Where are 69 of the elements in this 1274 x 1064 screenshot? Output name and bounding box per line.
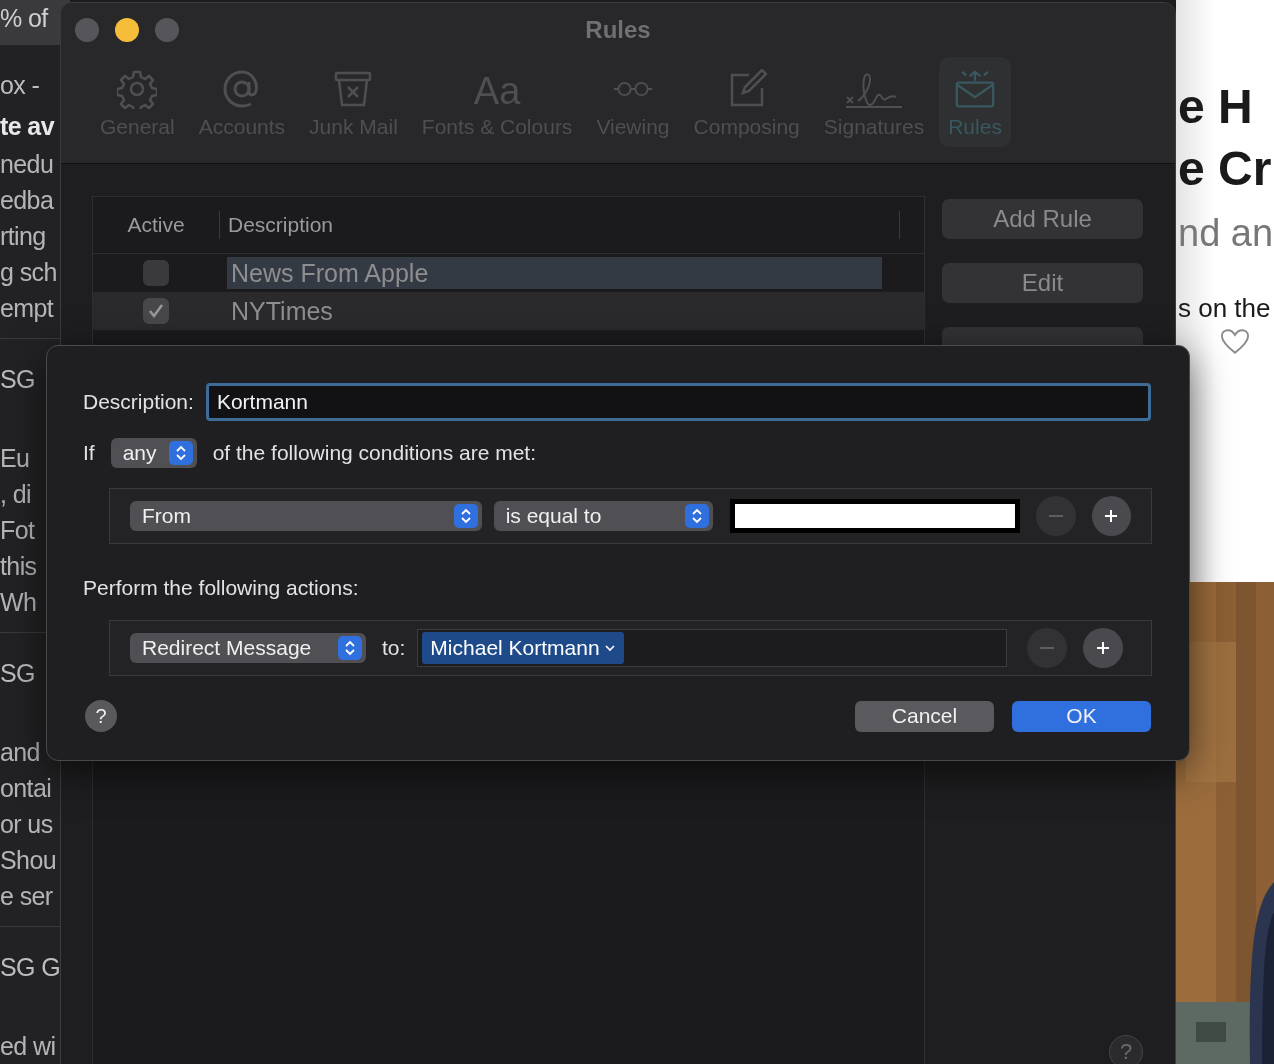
close-button[interactable] [75, 18, 99, 42]
operator-popup[interactable]: is equal to [493, 501, 714, 531]
message-sender: SG [0, 658, 36, 689]
cancel-button[interactable]: Cancel [855, 700, 994, 732]
rule-button[interactable]: Edit [942, 263, 1143, 303]
message-preview-line: nedu [0, 149, 55, 180]
article-subtitle: nd an [1178, 211, 1274, 256]
if-label: If [83, 441, 95, 465]
minus-icon [1048, 515, 1063, 517]
help-button[interactable]: ? [85, 700, 117, 732]
rule-row[interactable]: NYTimes [93, 292, 924, 330]
trash-bin-icon [333, 69, 374, 109]
message-preview-line: e ser [0, 881, 54, 912]
stepper-icon [168, 441, 193, 465]
message-sender: SG [0, 364, 36, 395]
action-popup[interactable]: Redirect Message [130, 633, 366, 663]
checkbox[interactable] [143, 260, 169, 286]
message-subject: te av [0, 112, 54, 140]
article-headline: e Cr [1178, 141, 1273, 197]
value-field[interactable] [730, 499, 1021, 533]
chevron-icon [603, 644, 616, 652]
minus-icon [1040, 647, 1055, 649]
add-button[interactable] [1091, 496, 1131, 536]
rule-row[interactable]: News From Apple [93, 254, 924, 292]
ok-button[interactable]: OK [1012, 700, 1151, 732]
stepper-icon [685, 504, 710, 528]
recipient-token[interactable]: Michael Kortmann [422, 632, 624, 664]
message-preview-line: or us [0, 809, 54, 840]
message-preview-line: edba [0, 185, 55, 216]
to-label: to: [382, 636, 406, 660]
message-preview-line: ed wi [0, 1031, 57, 1062]
message-preview-line: g sch [0, 257, 58, 288]
message-preview-line: Shou [0, 845, 57, 876]
message-preview-line: rting [0, 221, 47, 252]
message-preview-line: and [0, 737, 41, 768]
window-title: Rules [585, 16, 651, 44]
help-button[interactable]: ? [1109, 1035, 1143, 1064]
add-button[interactable] [1083, 628, 1124, 668]
message-preview-line: this [0, 551, 38, 582]
description-field[interactable]: Kortmann [205, 383, 1151, 421]
article-byline: s on the [1178, 292, 1272, 325]
zoom-button[interactable] [155, 18, 179, 42]
actions-label: Perform the following actions: [83, 576, 359, 600]
conditions-text: of the following conditions are met: [212, 441, 537, 465]
message-sender: ox - [0, 70, 41, 101]
column-header[interactable]: Active [93, 213, 219, 237]
column-header[interactable]: Description [219, 211, 900, 239]
rule-description: NYTimes [230, 296, 334, 327]
description-label: Description: [83, 390, 194, 414]
article-headline: e H [1178, 79, 1254, 135]
stepper-icon [338, 636, 362, 660]
message-preview-line: , di [0, 479, 32, 510]
message-preview-line: ontai [0, 773, 53, 804]
recipient-field[interactable]: Michael Kortmann [417, 629, 1008, 667]
minimize-button[interactable] [115, 18, 139, 42]
match-popup[interactable]: any [110, 438, 197, 468]
rule-button[interactable]: Add Rule [942, 199, 1143, 239]
envelope-arrows-icon [955, 69, 996, 109]
message-preview-line: Fot [0, 515, 36, 546]
stepper-icon [453, 504, 478, 528]
heart-icon[interactable] [1220, 328, 1250, 355]
rule-description: News From Apple [227, 257, 882, 289]
checkbox[interactable] [143, 298, 169, 324]
message-preview-line: Wh [0, 587, 38, 618]
settings-icon [117, 69, 158, 109]
field-popup[interactable]: From [130, 501, 482, 531]
message-preview-line: Eu [0, 443, 31, 474]
message-sender: SG G [0, 952, 62, 983]
message-preview-line: empt [0, 293, 55, 324]
